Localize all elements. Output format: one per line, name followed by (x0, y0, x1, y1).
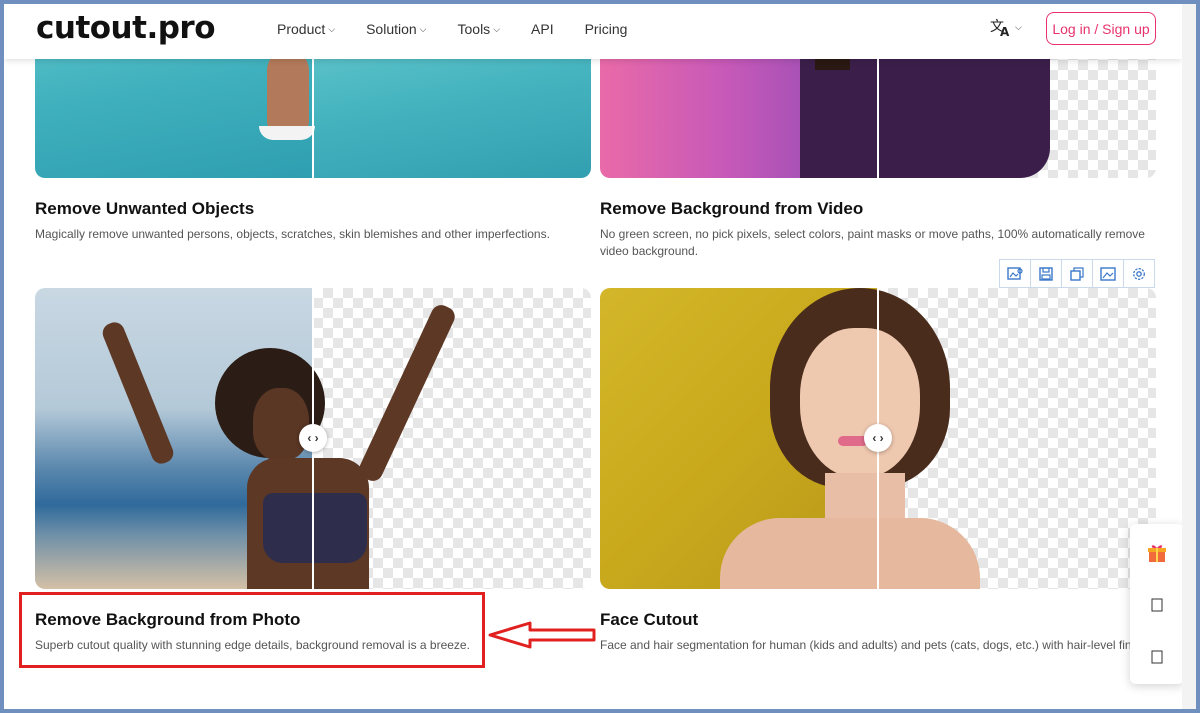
floating-side-panel (1130, 524, 1184, 684)
gift-icon[interactable] (1130, 538, 1184, 568)
chevron-down-icon: ⌵ (493, 23, 501, 34)
nav-solution-label: Solution (366, 21, 417, 37)
nav-solution[interactable]: Solution ⌵ (366, 21, 426, 37)
video-title[interactable]: Remove Background from Video (600, 199, 863, 219)
compare-slider-handle[interactable]: ‹ › (299, 424, 327, 452)
nav-tools-label: Tools (457, 21, 491, 37)
objects-title[interactable]: Remove Unwanted Objects (35, 199, 254, 219)
nav-api-label: API (531, 21, 554, 37)
square-icon[interactable] (1130, 642, 1184, 672)
scrollbar[interactable] (1182, 4, 1196, 709)
nav-product-label: Product (277, 21, 326, 37)
face-title[interactable]: Face Cutout (600, 610, 698, 630)
logo[interactable]: cutout.pro (36, 10, 216, 46)
video-description: No green screen, no pick pixels, select … (600, 227, 1145, 258)
highlight-box (19, 592, 485, 668)
image-icon[interactable] (1093, 260, 1124, 287)
annotation-arrow (488, 621, 596, 649)
nav-product[interactable]: Product ⌵ (277, 21, 335, 37)
login-signup-button[interactable]: Log in / Sign up (1046, 12, 1156, 45)
nav-api[interactable]: API (531, 21, 554, 37)
language-selector[interactable]: 文 A ⌵ (990, 17, 1022, 37)
nav-pricing[interactable]: Pricing (585, 21, 628, 37)
nav-pricing-label: Pricing (584, 21, 628, 37)
site-header: cutout.pro Product ⌵ Solution ⌵ Tools ⌵ … (4, 4, 1182, 59)
image-search-icon[interactable] (1000, 260, 1031, 287)
main-nav: Product ⌵ Solution ⌵ Tools ⌵ API Pricing (277, 21, 658, 37)
face-description: Face and hair segmentation for human (ki… (600, 638, 1130, 652)
image-toolbar (999, 259, 1155, 288)
photo-image: ‹ › (35, 288, 591, 589)
copy-icon[interactable] (1062, 260, 1093, 287)
translate-icon: 文 A (990, 19, 1010, 37)
compare-slider-handle[interactable]: ‹ › (864, 424, 892, 452)
settings-icon[interactable] (1124, 260, 1154, 287)
chevron-down-icon: ⌵ (1015, 21, 1022, 32)
nav-tools[interactable]: Tools ⌵ (458, 21, 501, 37)
chevron-down-icon: ⌵ (328, 23, 336, 34)
face-image: ‹ › (600, 288, 1156, 589)
objects-description: Magically remove unwanted persons, objec… (35, 227, 550, 241)
square-icon[interactable] (1130, 590, 1184, 620)
svg-text:A: A (1000, 25, 1010, 37)
chevron-down-icon: ⌵ (419, 23, 427, 34)
save-icon[interactable] (1031, 260, 1062, 287)
